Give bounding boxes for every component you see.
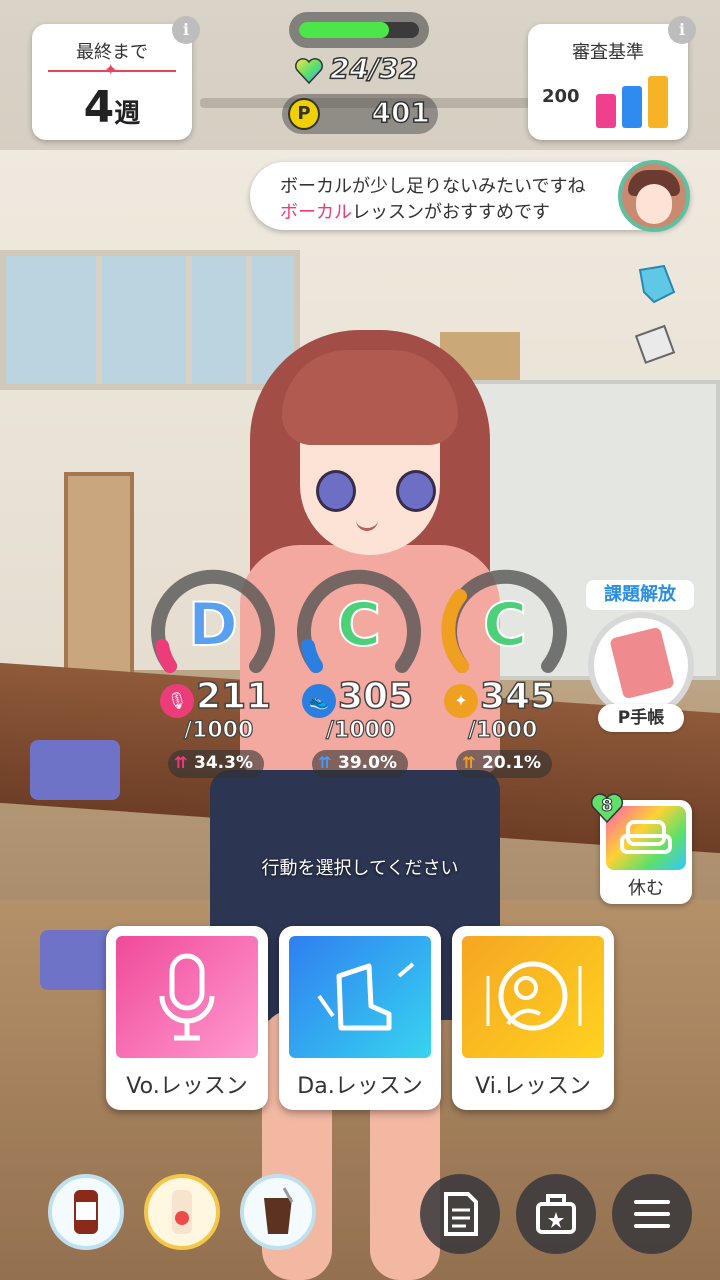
dance-lesson-button[interactable]: Da.レッスン <box>279 926 441 1110</box>
da-growth-value: 39.0% <box>338 753 397 773</box>
action-prompt: 行動を選択してください <box>261 858 459 879</box>
weeks-unit: 週 <box>114 99 141 129</box>
da-stat: 👟 305 <box>302 675 422 722</box>
oolong-tea-drink-icon[interactable] <box>48 1174 124 1250</box>
vocal-lesson-label: Vo.レッスン <box>126 1074 248 1099</box>
vo-grade: D <box>187 589 239 661</box>
growth-arrow-icon: ⇈ <box>318 753 332 772</box>
stamina-track <box>299 22 419 38</box>
menu-icon <box>634 1200 670 1228</box>
vi-growth-badge: ⇈ 20.1% <box>456 750 552 778</box>
classroom-window <box>0 250 300 390</box>
rest-button[interactable]: 休む 8 <box>590 793 692 904</box>
info-icon[interactable]: i <box>172 16 200 44</box>
stamina-readout: 24/32 <box>290 51 440 90</box>
p-notebook-button[interactable] <box>588 612 694 718</box>
criteria-bar-vi <box>648 76 668 128</box>
criteria-label: 審査基準 <box>572 42 644 63</box>
p-point-value: 401 <box>371 95 431 130</box>
criteria-bar-da <box>622 86 642 128</box>
visual-icon: ✦ <box>444 684 478 718</box>
weeks-number: 4 <box>83 82 115 133</box>
da-max: /1000 <box>325 717 396 743</box>
visual-lesson-button[interactable]: Vi.レッスン <box>452 926 614 1110</box>
stamina-gauge <box>289 12 429 48</box>
criteria-value: 200 <box>542 86 580 107</box>
dance-shoe-icon: 👟 <box>302 684 336 718</box>
idol-eye <box>396 470 436 512</box>
vi-max: /1000 <box>467 717 538 743</box>
advice-highlight: ボーカル <box>280 202 352 223</box>
notebook-icon <box>609 626 675 700</box>
p-notebook-label[interactable]: P手帳 <box>598 704 684 732</box>
vocal-lesson-button[interactable]: Vo.レッスン <box>106 926 268 1110</box>
vi-grade: C <box>482 589 528 661</box>
growth-arrow-icon: ⇈ <box>174 753 188 772</box>
weeks-remaining-value: 4週 <box>32 82 192 133</box>
document-button[interactable] <box>420 1174 500 1254</box>
vo-stat: 🎙 211 <box>160 675 280 722</box>
stamina-value: 24/32 <box>329 51 419 86</box>
audition-criteria-panel[interactable]: 審査基準 200 <box>528 24 688 140</box>
advice-bubble[interactable]: ボーカルが少し足りないみたいですね ボーカルレッスンがおすすめです <box>250 160 690 232</box>
advice-line-2: ボーカルレッスンがおすすめです <box>280 198 550 224</box>
bag-icon <box>536 1194 576 1234</box>
heart-icon <box>295 58 323 85</box>
vi-growth-value: 20.1% <box>482 753 541 773</box>
towel-item-icon[interactable] <box>634 262 678 306</box>
dance-lesson-label: Da.レッスン <box>297 1074 423 1099</box>
menu-button[interactable] <box>612 1174 692 1254</box>
iced-coffee-drink-icon[interactable] <box>240 1174 316 1250</box>
vo-value: 211 <box>195 675 272 718</box>
strawberry-milk-drink-icon[interactable] <box>144 1174 220 1250</box>
producer-avatar <box>618 160 690 232</box>
info-icon[interactable]: i <box>668 16 696 44</box>
vo-growth-value: 34.3% <box>194 753 253 773</box>
p-coin-icon: P <box>288 98 320 130</box>
p-point-counter: P 401 <box>282 94 438 134</box>
advice-line-1: ボーカルが少し足りないみたいですね <box>280 176 586 197</box>
stamina-recovery-badge: 8 <box>590 792 624 824</box>
idol-bangs <box>282 350 458 445</box>
sparkle-icon: ✦ <box>104 60 118 79</box>
da-growth-badge: ⇈ 39.0% <box>312 750 408 778</box>
sheet-music-item-icon[interactable] <box>634 322 678 366</box>
vo-max: /1000 <box>183 717 254 743</box>
da-grade: C <box>336 589 382 661</box>
folding-chair <box>30 740 120 800</box>
document-icon <box>444 1192 478 1236</box>
recovery-amount: 8 <box>601 796 614 817</box>
advice-rest: レッスンがおすすめです <box>352 202 550 223</box>
visual-lesson-label: Vi.レッスン <box>475 1074 591 1099</box>
dance-shoe-icon <box>289 936 431 1058</box>
bag-button[interactable] <box>516 1174 596 1254</box>
task-unlock-label[interactable]: 課題解放 <box>586 580 694 610</box>
weeks-remaining-panel: 最終まで ✦ 4週 <box>32 24 192 140</box>
microphone-icon: 🎙 <box>160 684 194 718</box>
growth-arrow-icon: ⇈ <box>462 753 476 772</box>
stamina-fill <box>299 22 389 38</box>
vi-value: 345 <box>479 675 556 718</box>
vo-growth-badge: ⇈ 34.3% <box>168 750 264 778</box>
da-value: 305 <box>337 675 414 718</box>
microphone-icon <box>116 936 258 1058</box>
visual-icon <box>462 936 604 1058</box>
vi-stat: ✦ 345 <box>444 675 564 722</box>
criteria-bar-vo <box>596 94 616 128</box>
idol-eye <box>316 470 356 512</box>
